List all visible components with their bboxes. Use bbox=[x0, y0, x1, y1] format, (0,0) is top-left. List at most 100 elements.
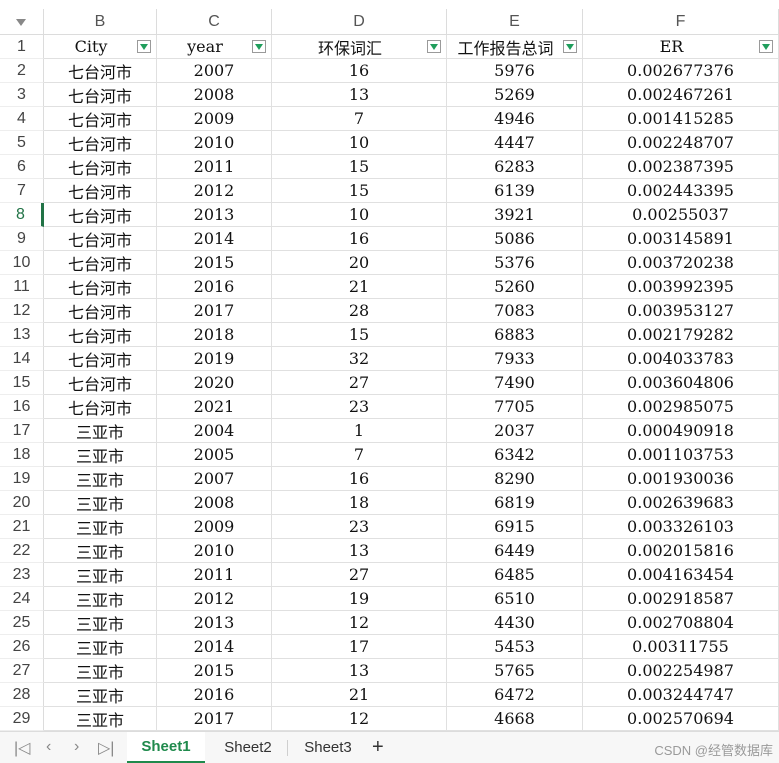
table-cell-e[interactable]: 5260 bbox=[447, 275, 583, 299]
table-cell-f[interactable]: 0.002179282 bbox=[583, 323, 779, 347]
row-number[interactable]: 28 bbox=[0, 683, 44, 707]
table-cell-e[interactable]: 5765 bbox=[447, 659, 583, 683]
table-cell-b[interactable]: 七台河市 bbox=[44, 395, 157, 419]
table-cell-d[interactable]: 21 bbox=[272, 683, 447, 707]
table-cell-c[interactable]: 2009 bbox=[157, 515, 272, 539]
table-cell-d[interactable]: 15 bbox=[272, 323, 447, 347]
table-cell-c[interactable]: 2013 bbox=[157, 203, 272, 227]
table-cell-c[interactable]: 2011 bbox=[157, 155, 272, 179]
table-cell-d[interactable]: 13 bbox=[272, 659, 447, 683]
table-cell-c[interactable]: 2004 bbox=[157, 419, 272, 443]
table-cell-c[interactable]: 2010 bbox=[157, 131, 272, 155]
table-cell-b[interactable]: 七台河市 bbox=[44, 371, 157, 395]
table-cell-f[interactable]: 0.003244747 bbox=[583, 683, 779, 707]
table-cell-f[interactable]: 0.002443395 bbox=[583, 179, 779, 203]
table-cell-b[interactable]: 三亚市 bbox=[44, 467, 157, 491]
table-cell-d[interactable]: 28 bbox=[272, 299, 447, 323]
table-cell-e[interactable]: 5269 bbox=[447, 83, 583, 107]
add-sheet-button[interactable]: + bbox=[372, 736, 384, 759]
table-cell-c[interactable]: 2016 bbox=[157, 275, 272, 299]
table-cell-b[interactable]: 三亚市 bbox=[44, 563, 157, 587]
table-cell-b[interactable]: 七台河市 bbox=[44, 131, 157, 155]
table-cell-f[interactable]: 0.001415285 bbox=[583, 107, 779, 131]
row-number[interactable]: 22 bbox=[0, 539, 44, 563]
table-cell-d[interactable]: 20 bbox=[272, 251, 447, 275]
row-number[interactable]: 8 bbox=[0, 203, 44, 227]
filter-dropdown-icon[interactable] bbox=[427, 40, 441, 53]
table-cell-d[interactable]: 15 bbox=[272, 179, 447, 203]
table-cell-f[interactable]: 0.003326103 bbox=[583, 515, 779, 539]
table-cell-e[interactable]: 6485 bbox=[447, 563, 583, 587]
table-cell-f[interactable]: 0.004033783 bbox=[583, 347, 779, 371]
table-cell-d[interactable]: 13 bbox=[272, 83, 447, 107]
table-cell-e[interactable]: 7083 bbox=[447, 299, 583, 323]
table-cell-c[interactable]: 2015 bbox=[157, 659, 272, 683]
table-cell-b[interactable]: 三亚市 bbox=[44, 611, 157, 635]
table-cell-b[interactable]: 三亚市 bbox=[44, 443, 157, 467]
table-cell-f[interactable]: 0.003992395 bbox=[583, 275, 779, 299]
table-cell-d[interactable]: 15 bbox=[272, 155, 447, 179]
table-cell-b[interactable]: 七台河市 bbox=[44, 107, 157, 131]
filter-dropdown-icon[interactable] bbox=[137, 40, 151, 53]
table-cell-e[interactable]: 2037 bbox=[447, 419, 583, 443]
row-number[interactable]: 2 bbox=[0, 59, 44, 83]
table-cell-d[interactable]: 19 bbox=[272, 587, 447, 611]
table-cell-c[interactable]: 2010 bbox=[157, 539, 272, 563]
filter-dropdown-icon[interactable] bbox=[759, 40, 773, 53]
row-number[interactable]: 5 bbox=[0, 131, 44, 155]
table-cell-b[interactable]: 七台河市 bbox=[44, 275, 157, 299]
table-cell-f[interactable]: 0.002918587 bbox=[583, 587, 779, 611]
table-cell-d[interactable]: 12 bbox=[272, 611, 447, 635]
row-number[interactable]: 18 bbox=[0, 443, 44, 467]
row-number[interactable]: 6 bbox=[0, 155, 44, 179]
last-sheet-nav-icon[interactable]: ▷| bbox=[98, 738, 114, 758]
table-cell-e[interactable]: 6449 bbox=[447, 539, 583, 563]
table-cell-d[interactable]: 21 bbox=[272, 275, 447, 299]
table-cell-b[interactable]: 七台河市 bbox=[44, 155, 157, 179]
filter-dropdown-icon[interactable] bbox=[563, 40, 577, 53]
row-number[interactable]: 12 bbox=[0, 299, 44, 323]
table-cell-e[interactable]: 7490 bbox=[447, 371, 583, 395]
table-cell-d[interactable]: 17 bbox=[272, 635, 447, 659]
table-cell-f[interactable]: 0.002570694 bbox=[583, 707, 779, 731]
table-cell-d[interactable]: 32 bbox=[272, 347, 447, 371]
row-number[interactable]: 4 bbox=[0, 107, 44, 131]
table-cell-d[interactable]: 7 bbox=[272, 107, 447, 131]
table-cell-c[interactable]: 2014 bbox=[157, 227, 272, 251]
table-cell-f[interactable]: 0.00311755 bbox=[583, 635, 779, 659]
table-cell-f[interactable]: 0.002467261 bbox=[583, 83, 779, 107]
table-cell-f[interactable]: 0.002677376 bbox=[583, 59, 779, 83]
table-cell-c[interactable]: 2009 bbox=[157, 107, 272, 131]
table-cell-e[interactable]: 4946 bbox=[447, 107, 583, 131]
row-number[interactable]: 23 bbox=[0, 563, 44, 587]
table-cell-b[interactable]: 七台河市 bbox=[44, 227, 157, 251]
filter-dropdown-icon[interactable] bbox=[252, 40, 266, 53]
row-number[interactable]: 19 bbox=[0, 467, 44, 491]
table-cell-f[interactable]: 0.00255037 bbox=[583, 203, 779, 227]
table-cell-c[interactable]: 2012 bbox=[157, 587, 272, 611]
row-number[interactable]: 17 bbox=[0, 419, 44, 443]
table-cell-b[interactable]: 三亚市 bbox=[44, 683, 157, 707]
table-cell-f[interactable]: 0.003720238 bbox=[583, 251, 779, 275]
table-cell-c[interactable]: 2018 bbox=[157, 323, 272, 347]
row-number[interactable]: 7 bbox=[0, 179, 44, 203]
table-cell-c[interactable]: 2012 bbox=[157, 179, 272, 203]
table-cell-e[interactable]: 5376 bbox=[447, 251, 583, 275]
column-header-f[interactable]: F bbox=[583, 9, 779, 35]
table-cell-e[interactable]: 6342 bbox=[447, 443, 583, 467]
row-number[interactable]: 29 bbox=[0, 707, 44, 731]
table-cell-c[interactable]: 2008 bbox=[157, 83, 272, 107]
table-cell-b[interactable]: 七台河市 bbox=[44, 299, 157, 323]
table-cell-e[interactable]: 8290 bbox=[447, 467, 583, 491]
row-number[interactable]: 24 bbox=[0, 587, 44, 611]
table-cell-e[interactable]: 6819 bbox=[447, 491, 583, 515]
table-cell-b[interactable]: 三亚市 bbox=[44, 587, 157, 611]
row-number[interactable]: 20 bbox=[0, 491, 44, 515]
table-cell-c[interactable]: 2008 bbox=[157, 491, 272, 515]
table-cell-b[interactable]: 七台河市 bbox=[44, 347, 157, 371]
table-cell-e[interactable]: 6883 bbox=[447, 323, 583, 347]
table-cell-d[interactable]: 16 bbox=[272, 467, 447, 491]
table-cell-c[interactable]: 2005 bbox=[157, 443, 272, 467]
table-cell-f[interactable]: 0.003953127 bbox=[583, 299, 779, 323]
table-cell-e[interactable]: 7705 bbox=[447, 395, 583, 419]
